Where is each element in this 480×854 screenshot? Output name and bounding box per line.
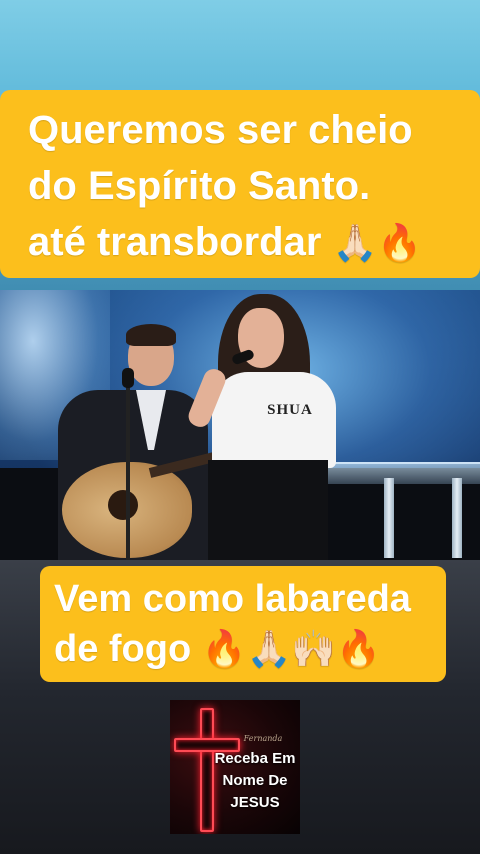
channel-logo[interactable]: Fernanda Receba Em Nome De JESUS xyxy=(170,700,300,834)
singer-pants xyxy=(208,460,328,560)
fire-emoji: 🔥 xyxy=(201,628,247,669)
logo-line-2: Nome De xyxy=(222,772,288,789)
logo-line-1: Receba Em xyxy=(214,750,296,767)
singer-shirt-text: SHUA xyxy=(267,402,313,418)
logo-text: Receba Em Nome De JESUS xyxy=(210,748,300,814)
singer-shirt xyxy=(212,372,336,468)
caption-top-line-2: do Espírito Santo. xyxy=(28,164,371,208)
mic-stand xyxy=(126,382,130,560)
caption-top-line-1: Queremos ser cheio xyxy=(28,108,413,152)
platform-rail xyxy=(452,478,462,558)
guitarist-hair xyxy=(126,324,176,346)
guitar-soundhole xyxy=(108,490,138,520)
caption-middle-line-2-text: de fogo xyxy=(54,628,192,670)
fire-emoji: 🔥 xyxy=(377,222,423,263)
caption-top: Queremos ser cheio do Espírito Santo. at… xyxy=(0,90,480,278)
logo-line-3: JESUS xyxy=(230,794,280,811)
fire-emoji: 🔥 xyxy=(336,628,382,669)
caption-top-line-3-text: até transbordar xyxy=(28,220,322,264)
raised-hands-emoji: 🙌🏻 xyxy=(291,628,337,669)
caption-middle-line-2: de fogo 🔥🙏🏻🙌🏻🔥 xyxy=(54,624,440,674)
mic-icon xyxy=(122,368,134,388)
platform-rail xyxy=(384,478,394,558)
praying-hands-emoji: 🙏🏻 xyxy=(246,628,292,669)
caption-middle: Vem como labareda de fogo 🔥🙏🏻🙌🏻🔥 xyxy=(40,566,446,682)
caption-top-line-3: até transbordar 🙏🏻🔥 xyxy=(28,214,470,271)
caption-middle-line-1: Vem como labareda xyxy=(54,578,411,620)
video-screen[interactable]: Queremos ser cheio do Espírito Santo. at… xyxy=(0,0,480,854)
logo-script-text: Fernanda xyxy=(243,734,283,743)
video-frame[interactable]: SHUA xyxy=(0,290,480,560)
praying-hands-emoji: 🙏🏻 xyxy=(332,222,378,263)
